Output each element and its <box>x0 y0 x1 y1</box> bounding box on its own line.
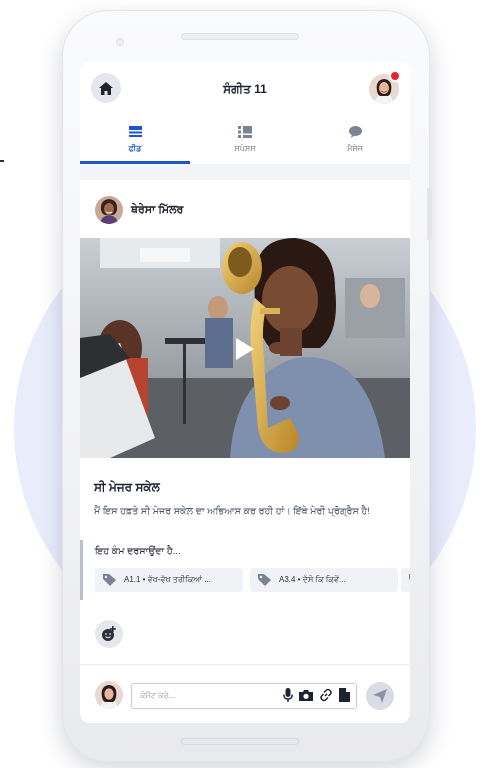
feed-icon <box>128 126 142 137</box>
tab-messages-label: ਮੈਸੇਜ <box>347 144 363 153</box>
post-body: ਮੈਂ ਇਸ ਹਫ਼ਤੇ ਸੀ ਮੇਜਰ ਸਕੇਲ ਦਾ ਅਭਿਆਸ ਕਰ ਰਹ… <box>94 506 370 517</box>
tag-icon <box>103 574 116 586</box>
camera-icon[interactable] <box>299 689 313 701</box>
file-icon[interactable] <box>339 688 350 702</box>
post-author[interactable]: ਥੇਰੇਸਾ ਮਿੱਲਰ <box>95 196 183 224</box>
add-reaction-button[interactable] <box>95 620 123 648</box>
comment-tools <box>283 688 350 702</box>
phone-speaker <box>181 33 299 40</box>
phone-side-button <box>427 188 432 240</box>
tab-spaces[interactable]: ਸਪੇਸਸ <box>190 118 300 164</box>
decorative-dash <box>0 160 4 162</box>
commenter-avatar <box>95 681 123 709</box>
section-divider <box>80 164 410 180</box>
add-emoji-icon <box>102 626 116 641</box>
notification-dot <box>391 72 399 80</box>
tag-icon <box>258 574 271 586</box>
tab-feed-label: ਫੀਡ <box>128 144 142 153</box>
phone-bottom-bar <box>181 738 299 745</box>
tag-icon <box>409 574 410 580</box>
shows-section: ਇਹ ਕੰਮ ਦਰਸਾਉਂਦਾ ਹੈ... A1.1 • ਵੱਖ-ਵੱਖ ਤਰੀ… <box>80 540 410 600</box>
message-icon <box>348 126 362 138</box>
comment-bar: ਕੋਮੈਂਟ ਕਰੋ... <box>80 664 410 723</box>
comment-input[interactable]: ਕੋਮੈਂਟ ਕਰੋ... <box>131 683 357 709</box>
standard-chip[interactable]: A1.1 • ਵੱਖ-ਵੱਖ ਤਰੀਕਿਆਂ ... <box>95 568 243 592</box>
standard-chip-partial[interactable] <box>401 568 410 592</box>
link-icon[interactable] <box>319 688 333 702</box>
author-avatar[interactable] <box>95 196 123 224</box>
tab-bar: ਫੀਡ ਸਪੇਸਸ ਮੈਸੇਜ <box>80 118 410 164</box>
author-name: ਥੇਰੇਸਾ ਮਿੱਲਰ <box>131 203 184 216</box>
post-video[interactable] <box>80 238 410 458</box>
standard-chip[interactable]: A3.4 • ਦੱਸੋ ਕਿ ਕਿਵੇਂ... <box>250 568 398 592</box>
app-screen: ਸੰਗੀਤ 11 ਫੀਡ ਸਪੇਸਸ ਮੈਸੇਜ ਥੇਰੇਸਾ ਮਿੱਲਰ ਸੀ… <box>80 62 410 723</box>
tab-spaces-label: ਸਪੇਸਸ <box>234 144 256 153</box>
microphone-icon[interactable] <box>283 688 293 702</box>
play-icon[interactable] <box>236 338 254 360</box>
chip-label: A3.4 • ਦੱਸੋ ਕਿ ਕਿਵੇਂ... <box>279 575 346 584</box>
send-button[interactable] <box>366 682 394 710</box>
comment-placeholder: ਕੋਮੈਂਟ ਕਰੋ... <box>140 691 176 700</box>
chip-label: A1.1 • ਵੱਖ-ਵੱਖ ਤਰੀਕਿਆਂ ... <box>124 575 211 584</box>
page-title: ਸੰਗੀਤ 11 <box>223 82 267 96</box>
tab-feed[interactable]: ਫੀਡ <box>80 118 190 164</box>
tab-messages[interactable]: ਮੈਸੇਜ <box>300 118 410 164</box>
spaces-icon <box>238 126 252 138</box>
camera-icon <box>116 38 124 46</box>
send-icon <box>373 689 387 703</box>
post-title: ਸੀ ਮੇਜਰ ਸਕੇਲ <box>94 480 160 494</box>
shows-label: ਇਹ ਕੰਮ ਦਰਸਾਉਂਦਾ ਹੈ... <box>95 546 181 557</box>
